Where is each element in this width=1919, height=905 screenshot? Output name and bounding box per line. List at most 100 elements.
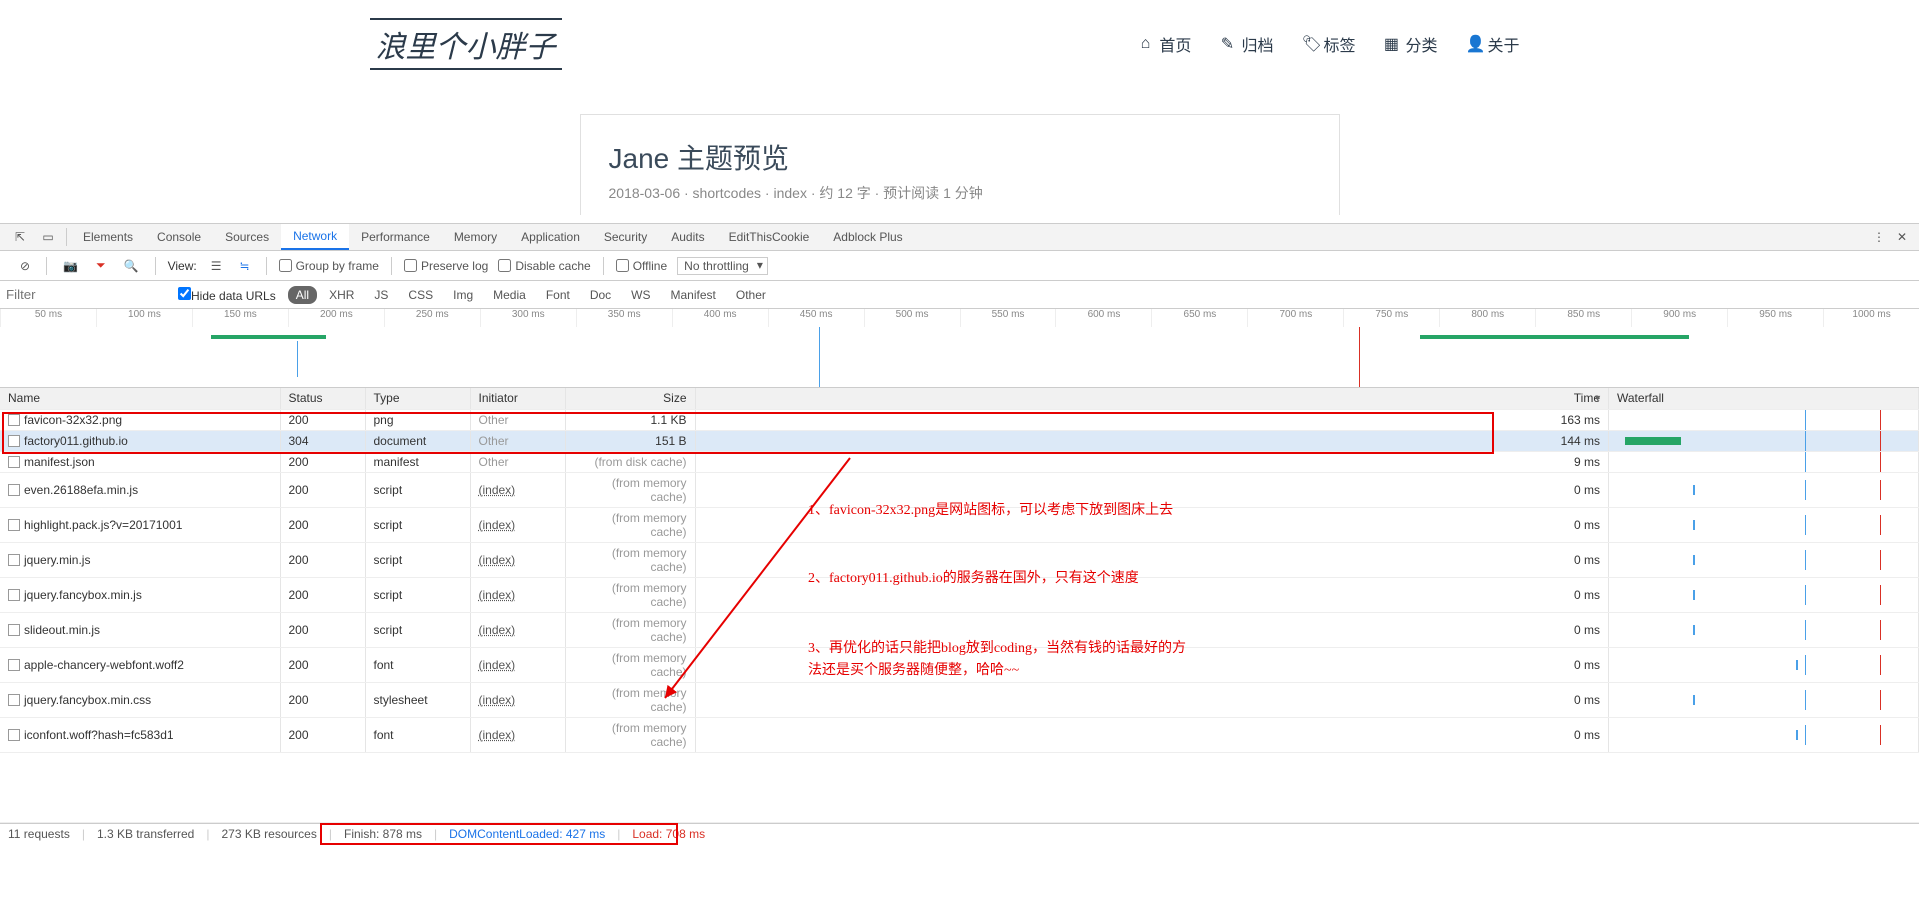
- devtools-tab[interactable]: Network: [281, 224, 349, 250]
- filter-type[interactable]: Media: [485, 286, 534, 304]
- devtools-tab[interactable]: Security: [592, 224, 659, 250]
- request-waterfall: [1609, 430, 1919, 451]
- site-title[interactable]: 浪里个小胖子: [370, 18, 562, 70]
- ruler-tick: 800 ms: [1439, 309, 1535, 327]
- ruler-tick: 750 ms: [1343, 309, 1439, 327]
- status-domcontentloaded: DOMContentLoaded: 427 ms: [449, 827, 605, 841]
- filter-type[interactable]: XHR: [321, 286, 362, 304]
- request-initiator[interactable]: (index): [479, 518, 516, 532]
- request-status: 200: [280, 612, 365, 647]
- devtools-tab[interactable]: Elements: [71, 224, 145, 250]
- devtools-tab[interactable]: EditThisCookie: [717, 224, 822, 250]
- file-icon: [8, 414, 20, 426]
- waterfall-toggle-icon[interactable]: ≒: [235, 259, 253, 273]
- request-initiator[interactable]: (index): [479, 728, 516, 742]
- request-type: script: [365, 472, 470, 507]
- request-initiator[interactable]: (index): [479, 623, 516, 637]
- request-name: jquery.fancybox.min.js: [24, 588, 142, 602]
- request-waterfall: [1609, 542, 1919, 577]
- file-icon: [8, 589, 20, 601]
- filter-type[interactable]: WS: [623, 286, 658, 304]
- nav-link[interactable]: ▦分类: [1383, 32, 1437, 56]
- filter-type[interactable]: CSS: [400, 286, 441, 304]
- post-meta: 2018-03-06 · shortcodes · index · 约 12 字…: [609, 183, 1311, 203]
- request-name: manifest.json: [24, 455, 95, 469]
- offline-checkbox[interactable]: Offline: [616, 259, 667, 273]
- devtools-tab-bar: ⇱ ▭ ElementsConsoleSourcesNetworkPerform…: [0, 223, 1919, 251]
- nav-label: 分类: [1405, 32, 1437, 56]
- col-type: Type: [365, 388, 470, 409]
- request-initiator[interactable]: (index): [479, 693, 516, 707]
- filter-type[interactable]: Img: [445, 286, 481, 304]
- table-row[interactable]: favicon-32x32.png200pngOther1.1 KB163 ms: [0, 409, 1919, 430]
- request-initiator[interactable]: (index): [479, 553, 516, 567]
- filter-type[interactable]: Other: [728, 286, 774, 304]
- file-icon: [8, 484, 20, 496]
- request-initiator[interactable]: (index): [479, 588, 516, 602]
- devtools-tab[interactable]: Console: [145, 224, 213, 250]
- request-initiator: Other: [479, 413, 509, 427]
- devtools-tab[interactable]: Adblock Plus: [821, 224, 914, 250]
- nav-label: 标签: [1323, 32, 1355, 56]
- table-row[interactable]: jquery.fancybox.min.css200stylesheet(ind…: [0, 682, 1919, 717]
- post-title: Jane 主题预览: [609, 137, 1311, 177]
- devtools-tab[interactable]: Application: [509, 224, 592, 250]
- nav-link[interactable]: ✎归档: [1219, 32, 1273, 56]
- devtools-tab[interactable]: Audits: [659, 224, 716, 250]
- request-initiator[interactable]: (index): [479, 483, 516, 497]
- filter-type[interactable]: Manifest: [663, 286, 724, 304]
- table-row[interactable]: iconfont.woff?hash=fc583d1200font(index)…: [0, 717, 1919, 752]
- request-waterfall: [1609, 682, 1919, 717]
- disable-cache-checkbox[interactable]: Disable cache: [498, 259, 590, 273]
- filter-type[interactable]: Font: [538, 286, 578, 304]
- table-row[interactable]: manifest.json200manifestOther(from disk …: [0, 451, 1919, 472]
- filter-input[interactable]: [6, 287, 166, 302]
- devtools-menu-icon[interactable]: ⋮: [1867, 230, 1891, 244]
- separator: [66, 228, 67, 246]
- overview-bar: [1420, 335, 1689, 339]
- col-waterfall: Waterfall: [1609, 388, 1919, 409]
- clear-icon[interactable]: ⊘: [16, 259, 34, 273]
- inspect-icon[interactable]: ⇱: [6, 230, 34, 244]
- nav-link[interactable]: ⌂首页: [1137, 32, 1191, 56]
- large-rows-icon[interactable]: ☰: [207, 259, 226, 273]
- status-finish: Finish: 878 ms: [344, 827, 422, 841]
- group-by-frame-checkbox[interactable]: Group by frame: [279, 259, 379, 273]
- device-icon[interactable]: ▭: [34, 230, 62, 244]
- ruler-tick: 100 ms: [96, 309, 192, 327]
- devtools-close-icon[interactable]: ✕: [1891, 230, 1913, 244]
- nav-link[interactable]: 👤关于: [1465, 32, 1519, 56]
- filter-type[interactable]: Doc: [582, 286, 619, 304]
- annotation-3: 3、再优化的话只能把blog放到coding，当然有钱的话最好的方法还是买个服务…: [808, 638, 1188, 683]
- request-type: stylesheet: [365, 682, 470, 717]
- filter-type[interactable]: All: [288, 286, 317, 304]
- request-waterfall: [1609, 472, 1919, 507]
- post-card: Jane 主题预览 2018-03-06 · shortcodes · inde…: [580, 114, 1340, 215]
- ruler-tick: 500 ms: [864, 309, 960, 327]
- nav-link[interactable]: 🏷 标签: [1301, 32, 1355, 56]
- ruler-tick: 350 ms: [576, 309, 672, 327]
- request-initiator[interactable]: (index): [479, 658, 516, 672]
- timeline-overview[interactable]: 50 ms100 ms150 ms200 ms250 ms300 ms350 m…: [0, 309, 1919, 388]
- network-status-bar: 11 requests| 1.3 KB transferred| 273 KB …: [0, 823, 1919, 845]
- filter-icon[interactable]: ⏷: [92, 258, 110, 273]
- table-row[interactable]: factory011.github.io304documentOther151 …: [0, 430, 1919, 451]
- search-icon[interactable]: 🔍: [120, 259, 143, 273]
- camera-icon[interactable]: 📷: [59, 259, 82, 273]
- ruler-tick: 250 ms: [384, 309, 480, 327]
- status-load: Load: 708 ms: [632, 827, 705, 841]
- table-header-row[interactable]: Name Status Type Initiator Size Time Wat…: [0, 388, 1919, 409]
- hide-data-urls-checkbox[interactable]: Hide data URLs: [178, 287, 276, 303]
- filter-type[interactable]: JS: [366, 286, 396, 304]
- request-name: factory011.github.io: [24, 434, 128, 448]
- file-icon: [8, 694, 20, 706]
- col-initiator: Initiator: [470, 388, 565, 409]
- devtools-tab[interactable]: Memory: [442, 224, 509, 250]
- throttling-select[interactable]: No throttling: [677, 257, 768, 275]
- request-size: (from disk cache): [565, 451, 695, 472]
- nav-icon: 🏷: [1301, 34, 1317, 54]
- devtools-tab[interactable]: Sources: [213, 224, 281, 250]
- preserve-log-checkbox[interactable]: Preserve log: [404, 259, 488, 273]
- overview-tick: [297, 341, 298, 377]
- devtools-tab[interactable]: Performance: [349, 224, 442, 250]
